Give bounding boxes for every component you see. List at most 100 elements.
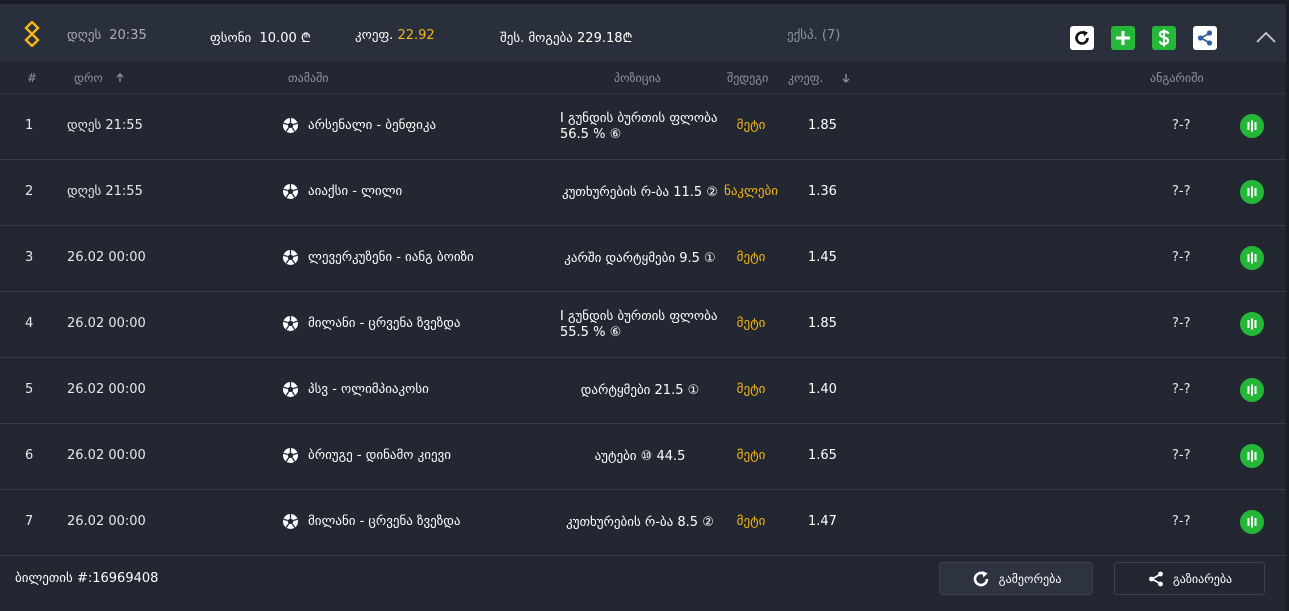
row-number: 2 <box>25 184 34 199</box>
row-time: დღეს 21:55 <box>67 184 143 199</box>
header-date: დღეს 20:35 <box>67 28 147 43</box>
refresh-icon <box>973 570 988 586</box>
row-number: 3 <box>25 250 34 265</box>
row-time: დღეს 21:55 <box>67 118 143 133</box>
row-odds: 1.36 <box>808 184 837 199</box>
row-number: 4 <box>25 316 34 331</box>
share-header-button[interactable] <box>1193 26 1217 50</box>
ticket-header: დღეს 20:35 ფსონი 10.00 ₾ კოეფ. 22.92 შეს.… <box>0 0 1286 62</box>
soccer-ball-icon <box>283 382 298 397</box>
row-score: ?-? <box>1172 514 1191 529</box>
soccer-ball-icon <box>283 250 298 265</box>
sort-up-icon <box>116 73 124 82</box>
header-express-count: ექსპ. (7) <box>787 28 841 43</box>
stats-button[interactable] <box>1240 510 1264 534</box>
row-odds: 1.85 <box>808 118 837 133</box>
row-score: ?-? <box>1172 316 1191 331</box>
dollar-icon <box>1158 29 1170 47</box>
row-game[interactable]: არსენალი - ბენფიკა <box>308 118 436 133</box>
row-time: 26.02 00:00 <box>67 514 146 529</box>
ticket-panel: დღეს 20:35 ფსონი 10.00 ₾ კოეფ. 22.92 შეს.… <box>0 0 1286 611</box>
row-time: 26.02 00:00 <box>67 316 146 331</box>
sort-down-icon <box>842 74 850 83</box>
soccer-ball-icon <box>283 118 298 133</box>
row-time: 26.02 00:00 <box>67 448 146 463</box>
row-number: 7 <box>25 514 34 529</box>
row-game[interactable]: პსვ - ოლიმპიაკოსი <box>308 382 429 397</box>
col-odds[interactable]: კოეფ. <box>788 71 851 85</box>
stats-icon <box>1247 384 1257 396</box>
soccer-ball-icon <box>283 184 298 199</box>
row-time: 26.02 00:00 <box>67 250 146 265</box>
stats-icon <box>1247 450 1257 462</box>
col-time[interactable]: დრო <box>74 71 125 85</box>
col-position: პოზიცია <box>614 71 661 85</box>
ticket-number: ბილეთის #:16969408 <box>15 571 159 586</box>
soccer-ball-icon <box>283 316 298 331</box>
add-button[interactable] <box>1111 26 1135 50</box>
row-odds: 1.65 <box>808 448 837 463</box>
bet-rows: 1 დღეს 21:55 არსენალი - ბენფიკა I გუნდის… <box>0 94 1286 556</box>
row-number: 1 <box>25 118 34 133</box>
row-score: ?-? <box>1172 382 1191 397</box>
refresh-icon <box>1075 30 1089 45</box>
row-odds: 1.40 <box>808 382 837 397</box>
stats-icon <box>1247 318 1257 330</box>
repeat-label: გამეორება <box>998 571 1062 586</box>
column-headers: # დრო თამაში პოზიცია შედეგი კოეფ. ანგარი… <box>0 62 1286 94</box>
row-game[interactable]: ბრიუგე - დინამო კიევი <box>308 448 451 463</box>
row-score: ?-? <box>1172 118 1191 133</box>
stats-button[interactable] <box>1240 444 1264 468</box>
row-game[interactable]: ლევერკუზენი - იანგ ბოიზი <box>308 250 474 265</box>
chevron-up-icon[interactable] <box>1255 30 1277 44</box>
stats-button[interactable] <box>1240 114 1264 138</box>
table-row: 3 26.02 00:00 ლევერკუზენი - იანგ ბოიზი კ… <box>0 226 1286 292</box>
col-outcome: შედეგი <box>727 71 769 85</box>
row-odds: 1.85 <box>808 316 837 331</box>
table-row: 5 26.02 00:00 პსვ - ოლიმპიაკოსი დარტყმებ… <box>0 358 1286 424</box>
stats-icon <box>1247 252 1257 264</box>
row-odds: 1.47 <box>808 514 837 529</box>
soccer-ball-icon <box>283 448 298 463</box>
table-row: 1 დღეს 21:55 არსენალი - ბენფიკა I გუნდის… <box>0 94 1286 160</box>
row-outcome: ნაკლები <box>724 184 778 199</box>
stats-icon <box>1247 120 1257 132</box>
row-odds: 1.45 <box>808 250 837 265</box>
col-number: # <box>27 71 38 85</box>
logo-icon <box>24 21 40 47</box>
header-stake: ფსონი 10.00 ₾ <box>210 31 311 46</box>
cashout-button[interactable] <box>1152 26 1176 50</box>
plus-icon <box>1116 31 1130 45</box>
row-game[interactable]: მილანი - ცრვენა ზვეზდა <box>308 316 461 331</box>
table-row: 6 26.02 00:00 ბრიუგე - დინამო კიევი აუტე… <box>0 424 1286 490</box>
share-label: გაზიარება <box>1172 571 1233 586</box>
row-number: 6 <box>25 448 34 463</box>
row-time: 26.02 00:00 <box>67 382 146 397</box>
row-outcome: მეტი <box>736 118 766 133</box>
stats-icon <box>1247 516 1257 528</box>
refresh-button[interactable] <box>1070 26 1094 50</box>
col-account: ანგარიში <box>1150 71 1204 85</box>
header-possible-win: შეს. მოგება 229.18₾ <box>500 31 633 46</box>
row-score: ?-? <box>1172 184 1191 199</box>
share-icon <box>1197 30 1213 46</box>
row-score: ?-? <box>1172 250 1191 265</box>
row-outcome: მეტი <box>736 514 766 529</box>
share-button[interactable]: გაზიარება <box>1114 562 1265 595</box>
row-outcome: მეტი <box>736 316 766 331</box>
row-game[interactable]: აიაქსი - ლილი <box>308 184 402 199</box>
stats-button[interactable] <box>1240 246 1264 270</box>
header-odds: კოეფ. 22.92 <box>355 28 435 43</box>
row-game[interactable]: მილანი - ცრვენა ზვეზდა <box>308 514 461 529</box>
row-outcome: მეტი <box>736 448 766 463</box>
table-row: 4 26.02 00:00 მილანი - ცრვენა ზვეზდა I გ… <box>0 292 1286 358</box>
table-row: 2 დღეს 21:55 აიაქსი - ლილი კუთხურების რ-… <box>0 160 1286 226</box>
row-outcome: მეტი <box>736 382 766 397</box>
stats-button[interactable] <box>1240 180 1264 204</box>
stats-button[interactable] <box>1240 312 1264 336</box>
ticket-footer: ბილეთის #:16969408 გამეორება გაზიარება <box>0 556 1286 600</box>
repeat-button[interactable]: გამეორება <box>939 562 1093 595</box>
stats-button[interactable] <box>1240 378 1264 402</box>
soccer-ball-icon <box>283 514 298 529</box>
col-game: თამაში <box>288 71 329 85</box>
